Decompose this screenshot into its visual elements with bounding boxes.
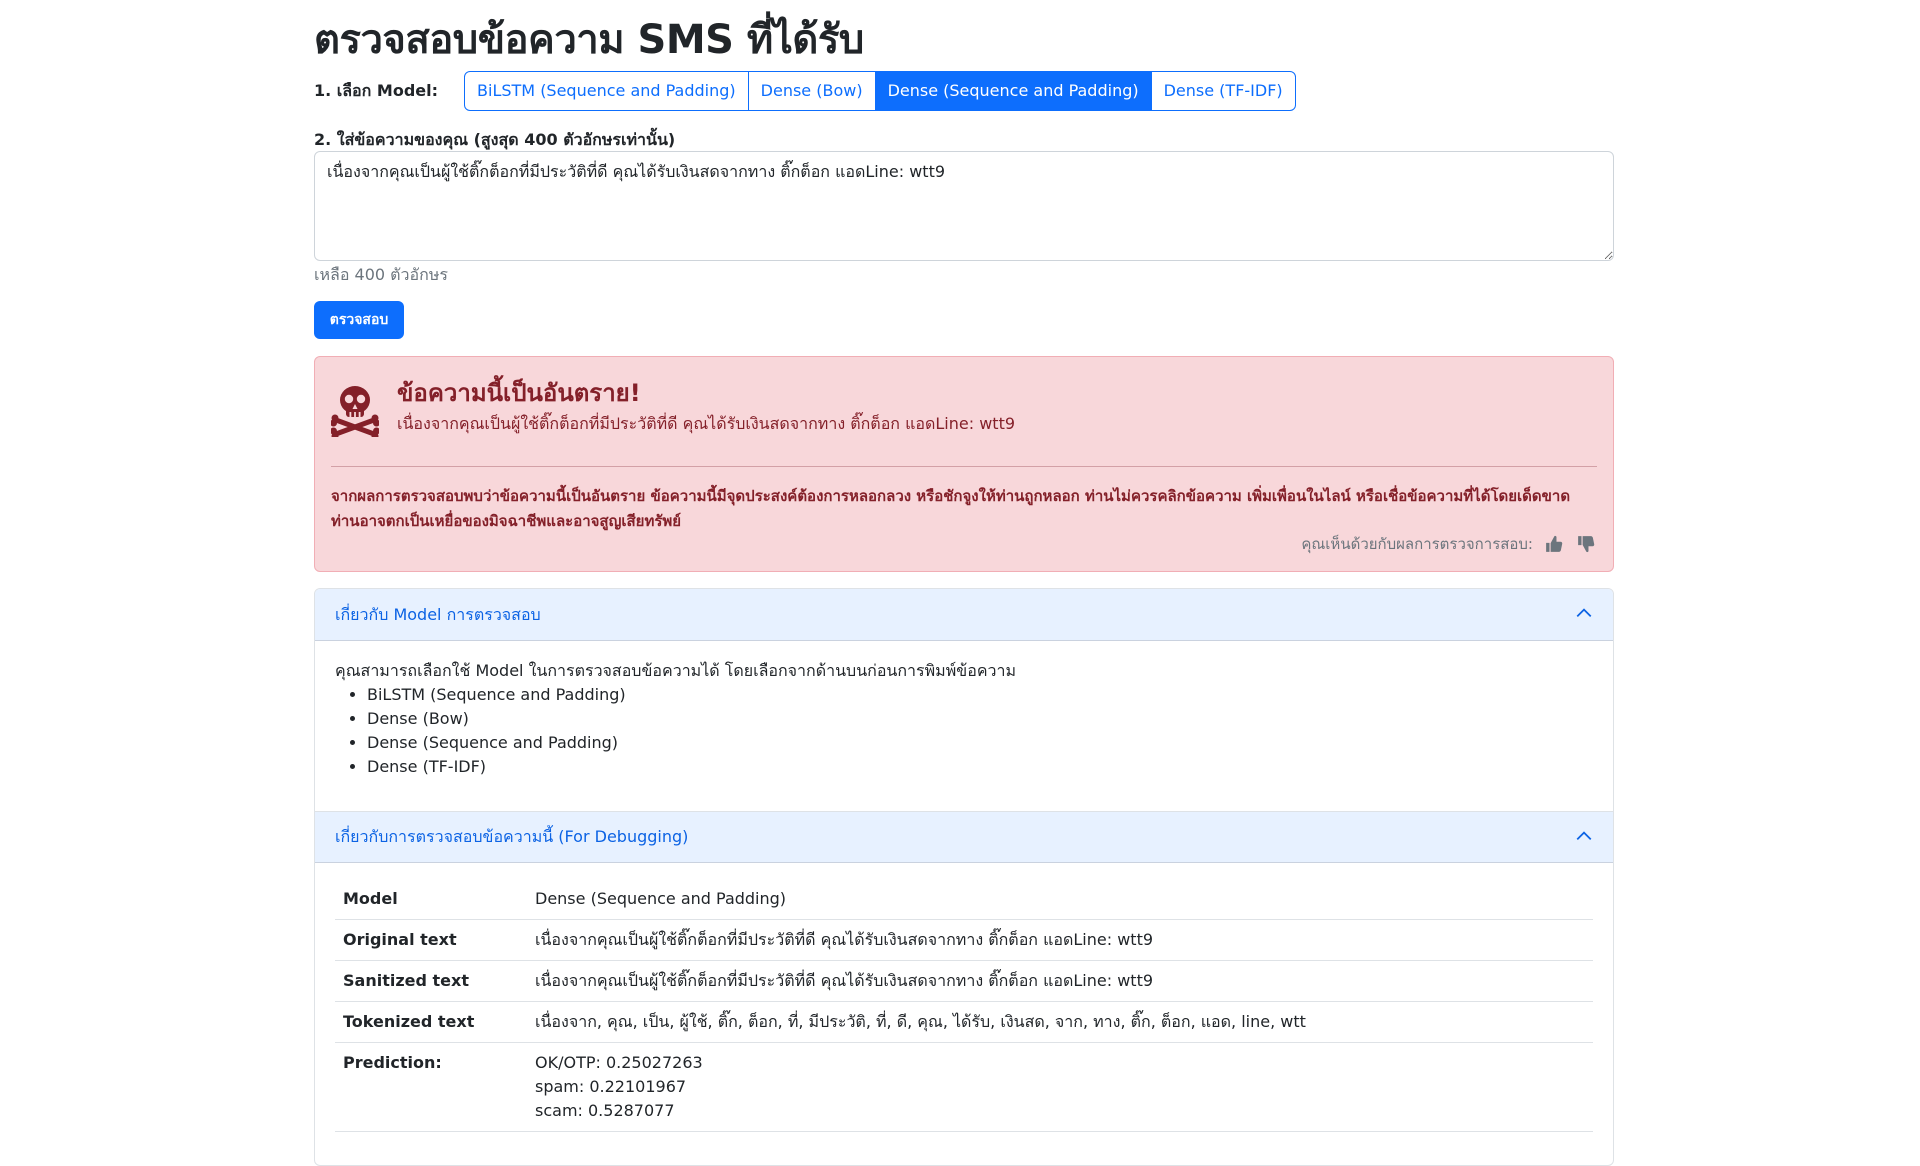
page-title: ตรวจสอบข้อความ SMS ที่ได้รับ bbox=[314, 17, 864, 63]
debug-key: Original text bbox=[335, 919, 527, 961]
model-list: BiLSTM (Sequence and Padding) Dense (Bow… bbox=[367, 683, 1593, 779]
alert-title: ข้อความนี้เป็นอันตราย! bbox=[397, 379, 641, 407]
debug-key: Model bbox=[335, 879, 527, 920]
model-select-label: 1. เลือก Model: bbox=[314, 80, 439, 100]
accordion-header-about-model[interactable]: เกี่ยวกับ Model การตรวจสอบ bbox=[315, 589, 1613, 641]
debug-value: Dense (Sequence and Padding) bbox=[527, 879, 1593, 920]
table-row: Prediction: OK/OTP: 0.25027263 spam: 0.2… bbox=[335, 1042, 1593, 1132]
alert-description: จากผลการตรวจสอบพบว่าข้อความนี้เป็นอันตรา… bbox=[331, 487, 1571, 530]
debug-key: Prediction: bbox=[335, 1042, 527, 1132]
result-alert: ข้อความนี้เป็นอันตราย! เนื่องจากคุณเป็นผ… bbox=[314, 356, 1614, 572]
list-item: BiLSTM (Sequence and Padding) bbox=[367, 683, 1593, 707]
prediction-line: OK/OTP: 0.25027263 bbox=[535, 1053, 703, 1072]
prediction-line: spam: 0.22101967 bbox=[535, 1077, 687, 1096]
accordion-body-debug: Model Dense (Sequence and Padding) Origi… bbox=[315, 863, 1613, 1132]
char-count: เหลือ 400 ตัวอักษร bbox=[314, 265, 448, 284]
accordion-header-about-model-label: เกี่ยวกับ Model การตรวจสอบ bbox=[335, 604, 541, 624]
debug-value: เนื่องจาก, คุณ, เป็น, ผู้ใช้, ติ๊ก, ต็อก… bbox=[527, 1001, 1593, 1043]
chevron-up-icon bbox=[1575, 604, 1593, 626]
table-row: Sanitized text เนื่องจากคุณเป็นผู้ใช้ติ๊… bbox=[335, 960, 1593, 1002]
list-item: Dense (TF-IDF) bbox=[367, 755, 1593, 779]
table-row: Original text เนื่องจากคุณเป็นผู้ใช้ติ๊ก… bbox=[335, 919, 1593, 961]
table-row: Tokenized text เนื่องจาก, คุณ, เป็น, ผู้… bbox=[335, 1001, 1593, 1043]
alert-divider bbox=[331, 466, 1597, 467]
chevron-up-icon bbox=[1575, 827, 1593, 849]
thumbs-up-icon[interactable] bbox=[1543, 533, 1565, 555]
info-accordion: เกี่ยวกับ Model การตรวจสอบ คุณสามารถเลือ… bbox=[314, 588, 1614, 1166]
accordion-header-debug[interactable]: เกี่ยวกับการตรวจสอบข้อความนี้ (For Debug… bbox=[315, 811, 1613, 863]
alert-message: เนื่องจากคุณเป็นผู้ใช้ติ๊กต็อกที่มีประวั… bbox=[397, 414, 1016, 433]
accordion-header-debug-label: เกี่ยวกับการตรวจสอบข้อความนี้ (For Debug… bbox=[335, 827, 689, 846]
model-option-dense-tfidf[interactable]: Dense (TF-IDF) bbox=[1150, 71, 1296, 111]
debug-table: Model Dense (Sequence and Padding) Origi… bbox=[335, 879, 1593, 1132]
list-item: Dense (Bow) bbox=[367, 707, 1593, 731]
feedback-row: คุณเห็นด้วยกับผลการตรวจการสอบ: bbox=[1301, 533, 1597, 555]
skull-crossbones-icon bbox=[330, 383, 380, 440]
model-option-bilstm[interactable]: BiLSTM (Sequence and Padding) bbox=[464, 71, 749, 111]
table-row: Model Dense (Sequence and Padding) bbox=[335, 879, 1593, 920]
debug-key: Tokenized text bbox=[335, 1001, 527, 1043]
model-option-dense-bow[interactable]: Dense (Bow) bbox=[747, 71, 876, 111]
model-select-row: 1. เลือก Model: BiLSTM (Sequence and Pad… bbox=[314, 71, 1296, 111]
debug-key: Sanitized text bbox=[335, 960, 527, 1002]
check-button[interactable]: ตรวจสอบ bbox=[314, 301, 404, 339]
debug-value: เนื่องจากคุณเป็นผู้ใช้ติ๊กต็อกที่มีประวั… bbox=[527, 919, 1593, 961]
message-input[interactable] bbox=[314, 151, 1614, 261]
model-option-dense-sequence[interactable]: Dense (Sequence and Padding) bbox=[874, 71, 1152, 111]
debug-value: OK/OTP: 0.25027263 spam: 0.22101967 scam… bbox=[527, 1042, 1593, 1132]
thumbs-down-icon[interactable] bbox=[1575, 533, 1597, 555]
feedback-label: คุณเห็นด้วยกับผลการตรวจการสอบ: bbox=[1301, 535, 1533, 553]
message-label: 2. ใส่ข้อความของคุณ (สูงสุด 400 ตัวอักษร… bbox=[314, 130, 676, 149]
debug-value: เนื่องจากคุณเป็นผู้ใช้ติ๊กต็อกที่มีประวั… bbox=[527, 960, 1593, 1002]
about-model-intro: คุณสามารถเลือกใช้ Model ในการตรวจสอบข้อค… bbox=[335, 661, 1017, 680]
model-button-group: BiLSTM (Sequence and Padding) Dense (Bow… bbox=[464, 71, 1296, 111]
accordion-body-about-model: คุณสามารถเลือกใช้ Model ในการตรวจสอบข้อค… bbox=[315, 641, 1613, 811]
list-item: Dense (Sequence and Padding) bbox=[367, 731, 1593, 755]
prediction-line: scam: 0.5287077 bbox=[535, 1101, 675, 1120]
